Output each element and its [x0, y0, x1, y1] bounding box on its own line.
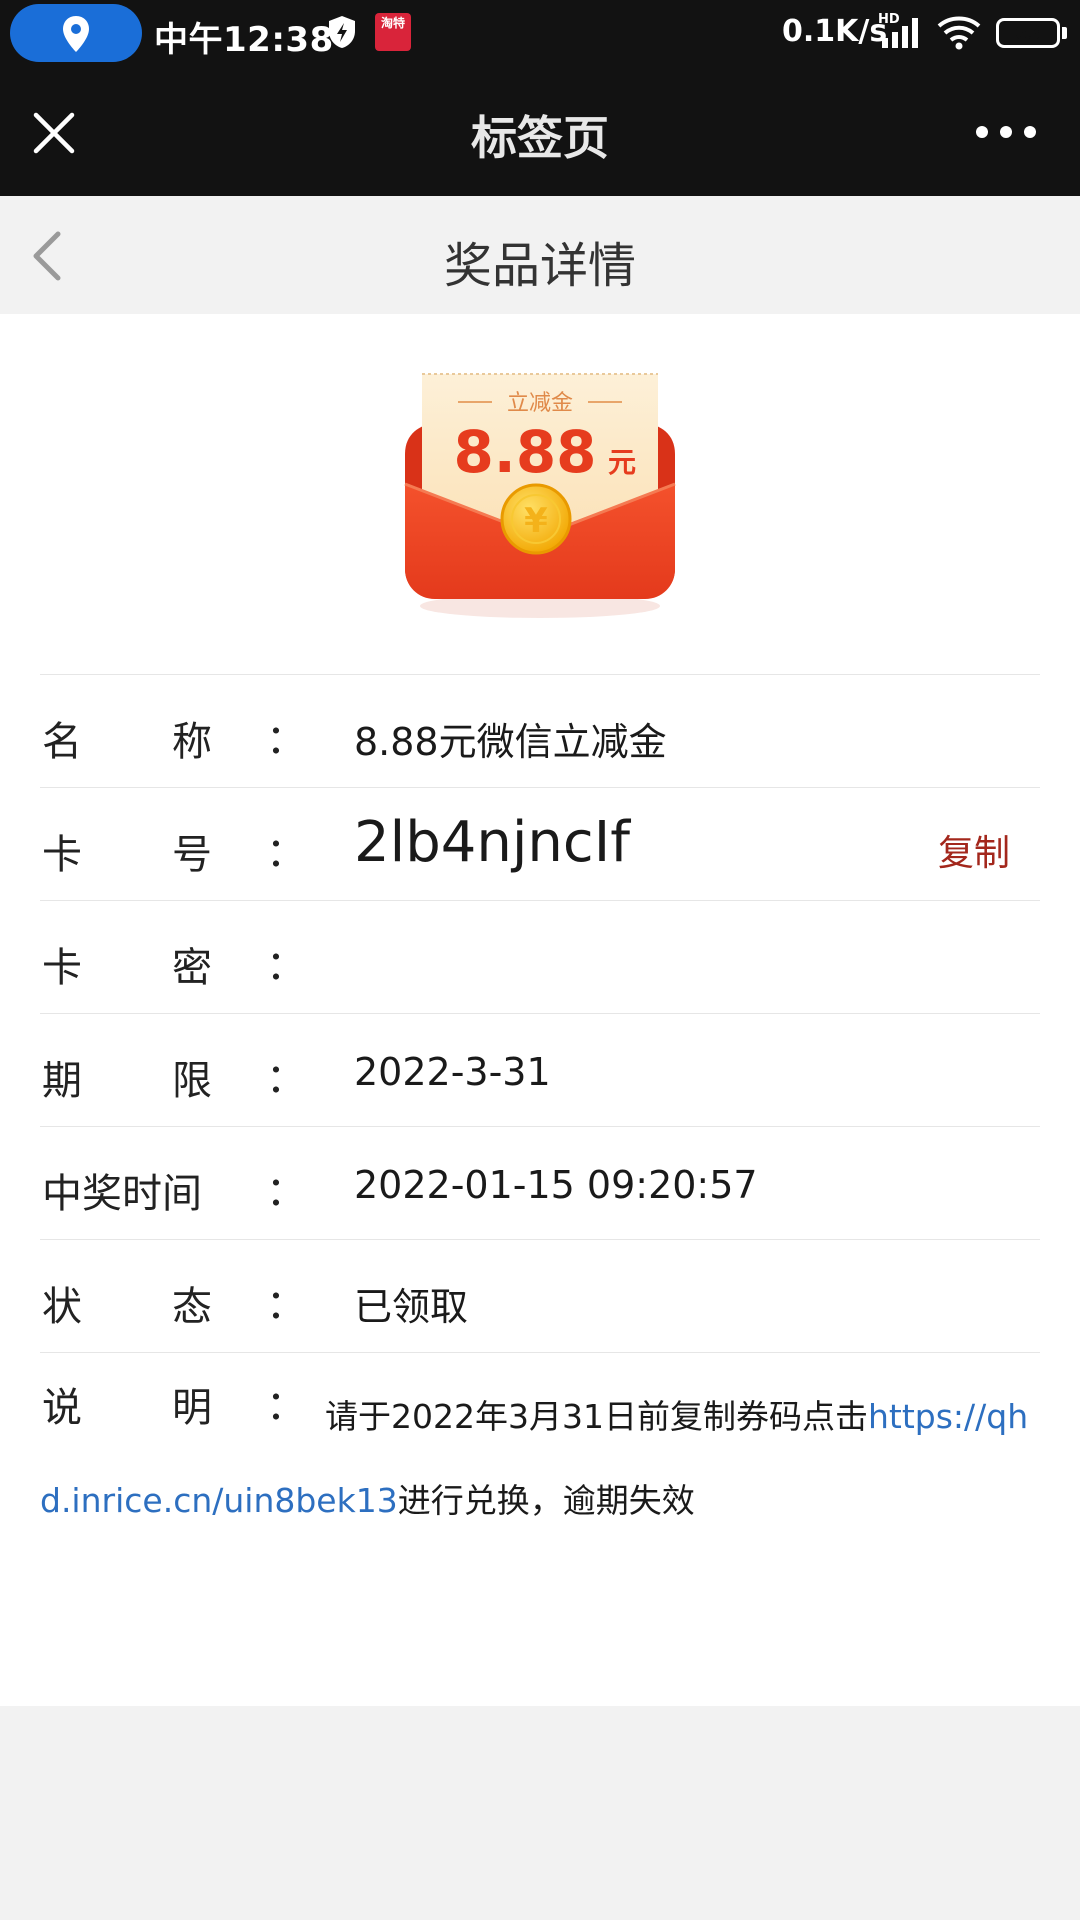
detail-label: 卡 号	[42, 832, 212, 878]
battery-level: 63	[1014, 22, 1042, 44]
signal-icon	[882, 18, 918, 48]
wifi-icon	[937, 16, 981, 50]
description-prefix: 请于2022年3月31日前复制券码点击	[325, 1397, 868, 1436]
label-colon: ：	[266, 943, 306, 989]
page-header: 奖品详情	[0, 196, 1080, 314]
page-title: 奖品详情	[443, 238, 636, 294]
detail-label: 卡 密	[42, 945, 212, 991]
description-suffix: 进行兑换，逾期失效	[397, 1481, 695, 1520]
detail-label: 中奖时间	[42, 1171, 202, 1217]
prize-name-value: 8.88元微信立减金	[354, 720, 667, 764]
app-notification-icon: 淘特	[375, 13, 411, 51]
label-colon: ：	[266, 717, 306, 763]
detail-label: 期 限	[42, 1058, 212, 1104]
prize-detail-list: 名 称 ： 8.88元微信立减金 卡 号 ： 2lb4njncIf 复制 卡 密…	[40, 674, 1040, 1522]
battery-tip	[1062, 27, 1067, 39]
label-colon: ：	[266, 1056, 306, 1102]
coin-yen-icon: ¥	[524, 501, 548, 541]
label-colon: ：	[266, 830, 306, 876]
card-number-value: 2lb4njncIf	[354, 810, 630, 875]
battery-icon: 63	[996, 18, 1060, 48]
expiry-value: 2022-3-31	[354, 1050, 551, 1094]
label-colon: ：	[266, 1282, 306, 1328]
detail-row-status: 状 态 ： 已领取	[40, 1239, 1040, 1352]
detail-row-name: 名 称 ： 8.88元微信立减金	[40, 674, 1040, 787]
prize-detail-content: 立减金 8.88 元 ¥ 名 称 ： 8.88元微信立减金 卡 号 ： 2lb4…	[0, 314, 1080, 1706]
webview-title: 标签页	[471, 111, 609, 165]
detail-row-expiry: 期 限 ： 2022-3-31	[40, 1013, 1040, 1126]
envelope-unit: 元	[608, 446, 636, 479]
detail-row-card-number: 卡 号 ： 2lb4njncIf 复制	[40, 787, 1040, 900]
webview-title-bar: 标签页	[0, 66, 1080, 196]
status-value: 已领取	[354, 1285, 469, 1329]
network-speed: 0.1K/s	[782, 14, 888, 49]
description-text: 请于2022年3月31日前复制券码点击https://qhd.inrice.cn…	[40, 1375, 1040, 1543]
more-icon[interactable]	[970, 122, 1042, 142]
location-pin-icon	[63, 16, 89, 52]
location-indicator[interactable]	[10, 4, 142, 62]
detail-row-win-time: 中奖时间 ： 2022-01-15 09:20:57	[40, 1126, 1040, 1239]
label-colon: ：	[266, 1169, 306, 1215]
shield-icon	[329, 16, 355, 48]
detail-row-card-password: 卡 密 ：	[40, 900, 1040, 1013]
detail-label: 状 态	[42, 1284, 212, 1330]
envelope-label: 立减金	[507, 391, 573, 416]
copy-button[interactable]: 复制	[938, 824, 1010, 876]
page-footer-blank	[0, 1706, 1080, 1920]
red-envelope-image: 立减金 8.88 元 ¥	[404, 373, 676, 618]
envelope-amount: 8.88	[453, 418, 596, 486]
detail-label: 名 称	[42, 719, 212, 765]
status-time: 中午12:38	[154, 20, 334, 60]
win-time-value: 2022-01-15 09:20:57	[354, 1163, 758, 1207]
detail-row-description: 说 明 ： 请于2022年3月31日前复制券码点击https://qhd.inr…	[40, 1352, 1040, 1522]
status-bar: 中午12:38 淘特 0.1K/s HD 63	[0, 0, 1080, 66]
